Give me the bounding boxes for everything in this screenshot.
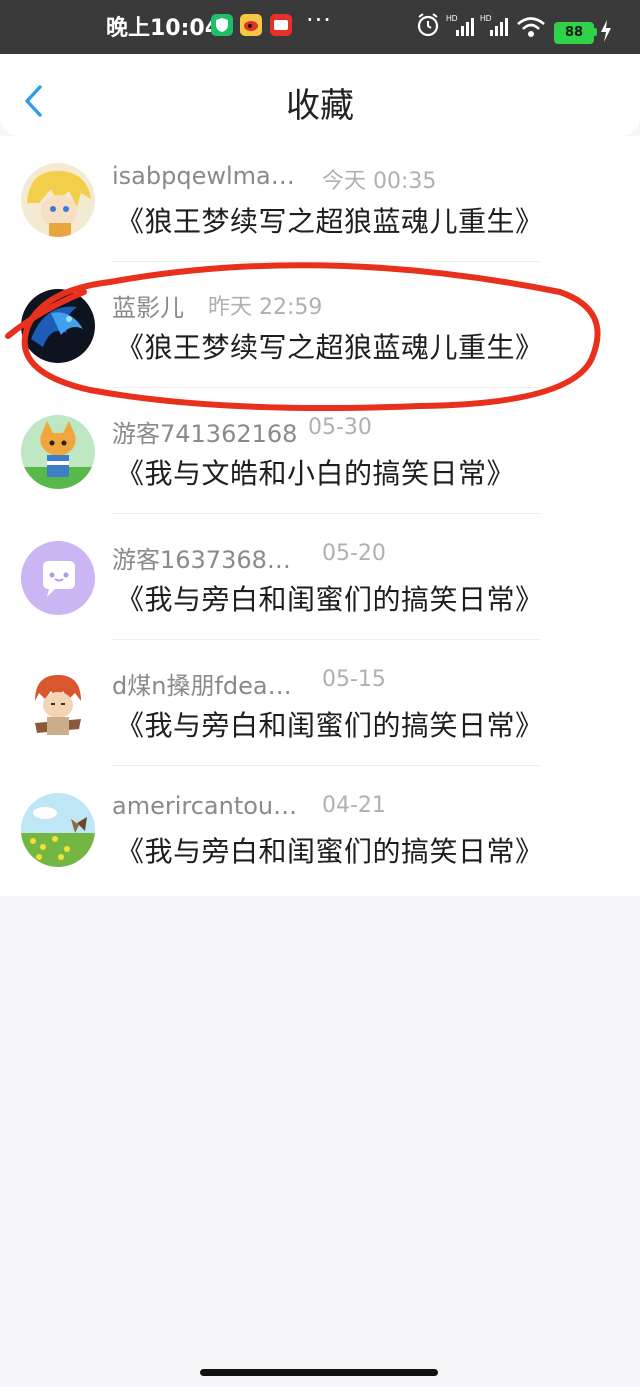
wifi-icon — [517, 17, 545, 37]
avatar[interactable] — [21, 163, 95, 237]
status-bar: 晚上10:04 ··· HD HD 88 — [0, 0, 640, 54]
book-title: 《狼王梦续写之超狼蓝魂儿重生》 — [116, 331, 544, 364]
battery-icon: 88 — [554, 22, 594, 44]
news-app-icon — [270, 14, 292, 36]
favorite-date: 05-20 — [322, 541, 386, 566]
page-title: 收藏 — [286, 86, 354, 126]
favorite-date: 05-15 — [322, 667, 386, 692]
list-item[interactable]: isabpqewlma… 今天 00:35 《狼王梦续写之超狼蓝魂儿重生》 — [0, 136, 640, 262]
user-name: 游客741362168 — [112, 420, 298, 448]
shield-app-icon — [211, 14, 233, 36]
book-title: 《我与旁白和闺蜜们的搞笑日常》 — [116, 835, 544, 868]
user-name: 游客1637368… — [112, 546, 291, 574]
user-name: isabpqewlma… — [112, 162, 295, 190]
list-item[interactable]: amerircantou… 04-21 《我与旁白和闺蜜们的搞笑日常》 — [0, 766, 640, 892]
alarm-icon — [417, 13, 439, 37]
favorites-list: isabpqewlma… 今天 00:35 《狼王梦续写之超狼蓝魂儿重生》 蓝影… — [0, 136, 640, 896]
list-item[interactable]: 游客1637368… 05-20 《我与旁白和闺蜜们的搞笑日常》 — [0, 514, 640, 640]
favorite-date: 昨天 22:59 — [208, 295, 323, 320]
more-notifications-icon: ··· — [306, 6, 332, 34]
user-name: 蓝影儿 — [112, 294, 184, 322]
battery-tip — [594, 28, 597, 36]
signal-icon: HD — [446, 14, 474, 36]
avatar[interactable] — [21, 541, 95, 615]
signal-icon-2: HD — [480, 14, 508, 36]
list-item[interactable]: d煤n搡朋fdea… 05-15 《我与旁白和闺蜜们的搞笑日常》 — [0, 640, 640, 766]
weibo-app-icon — [240, 14, 262, 36]
charging-icon — [601, 20, 611, 42]
list-item[interactable]: 蓝影儿 昨天 22:59 《狼王梦续写之超狼蓝魂儿重生》 — [0, 262, 640, 388]
favorite-date: 今天 00:35 — [322, 169, 437, 194]
book-title: 《我与旁白和闺蜜们的搞笑日常》 — [116, 709, 544, 742]
svg-text:HD: HD — [446, 14, 458, 23]
svg-text:HD: HD — [480, 14, 492, 23]
list-item[interactable]: 游客741362168 05-30 《我与文皓和小白的搞笑日常》 — [0, 388, 640, 514]
user-name: d煤n搡朋fdea… — [112, 672, 292, 700]
avatar[interactable] — [21, 793, 95, 867]
book-title: 《我与旁白和闺蜜们的搞笑日常》 — [116, 583, 544, 616]
book-title: 《狼王梦续写之超狼蓝魂儿重生》 — [116, 205, 544, 238]
avatar[interactable] — [21, 415, 95, 489]
book-title: 《我与文皓和小白的搞笑日常》 — [116, 457, 516, 490]
status-time: 晚上10:04 — [106, 16, 221, 41]
avatar[interactable] — [21, 289, 95, 363]
top-nav-bar: 收藏 — [0, 54, 640, 137]
home-indicator[interactable] — [200, 1369, 438, 1376]
favorite-date: 05-30 — [308, 415, 372, 440]
avatar[interactable] — [21, 667, 95, 741]
favorite-date: 04-21 — [322, 793, 386, 818]
user-name: amerircantou… — [112, 792, 298, 820]
